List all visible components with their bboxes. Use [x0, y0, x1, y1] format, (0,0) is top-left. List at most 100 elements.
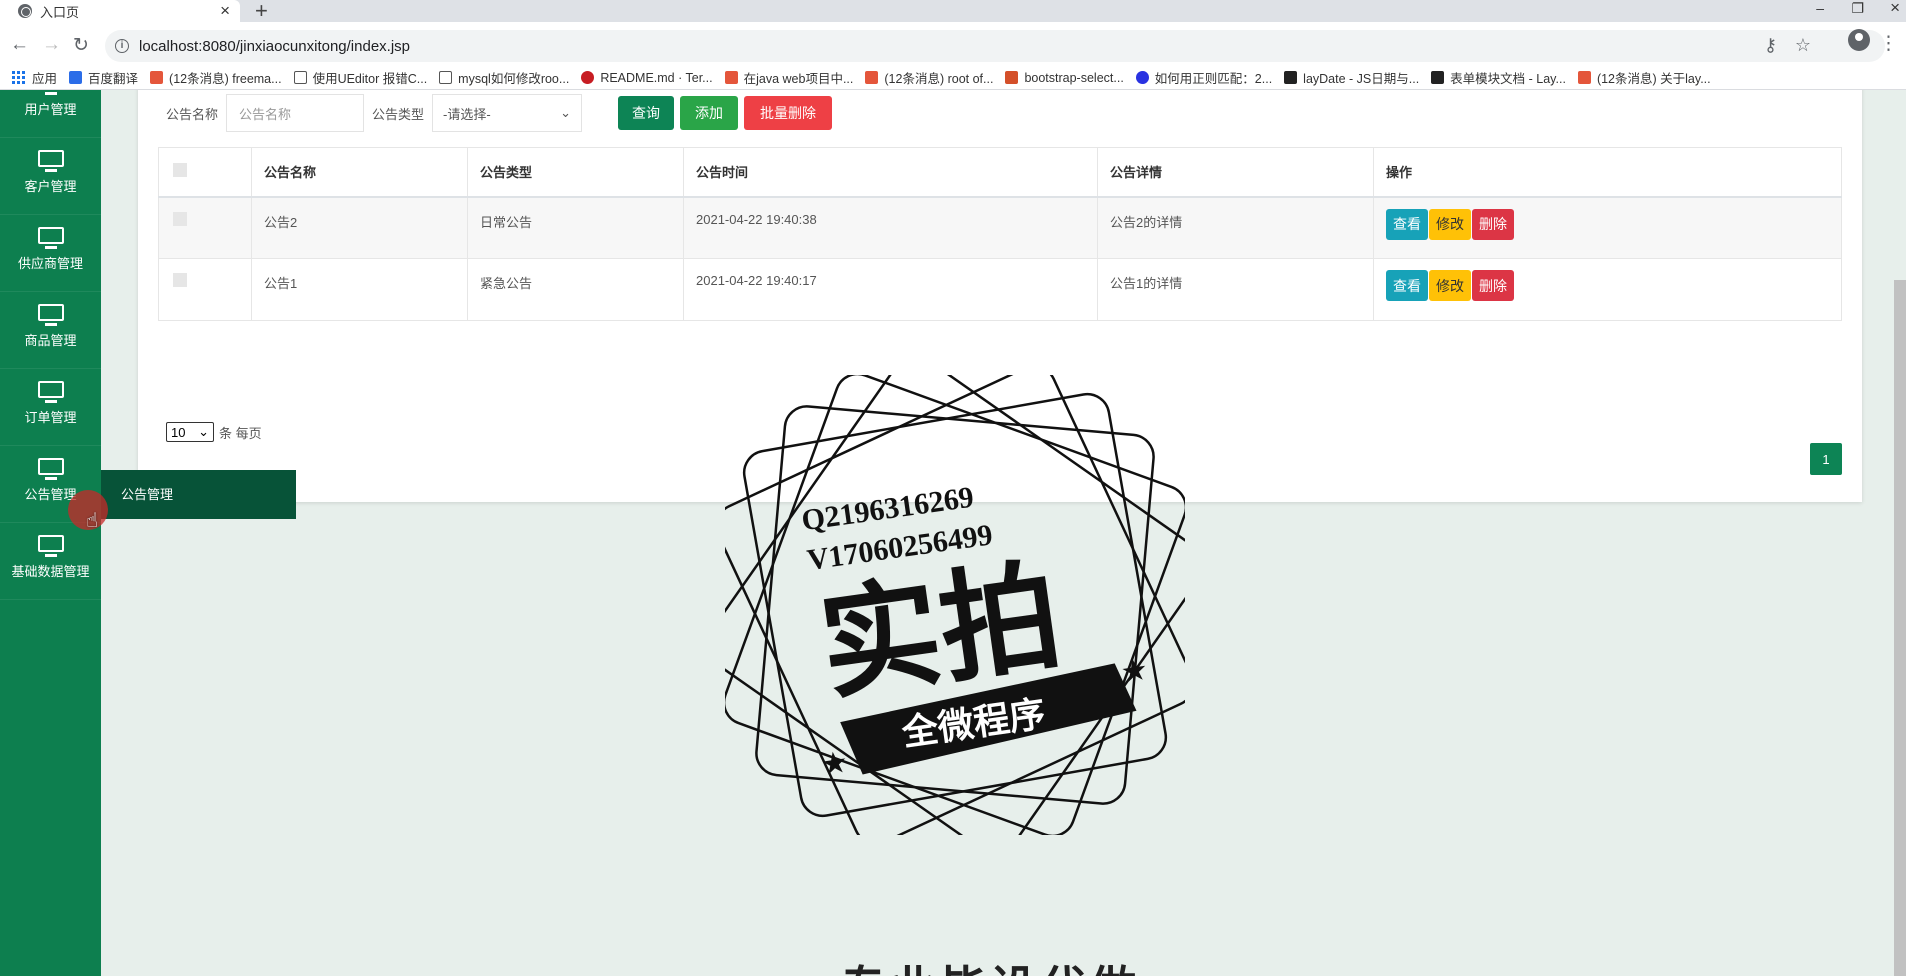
browser-tabstrip: 入口页 × + – ❐ × — [0, 0, 1906, 24]
sidebar-item-users[interactable]: 用户管理 — [0, 90, 101, 138]
name-label: 公告名称 — [166, 106, 219, 122]
sidebar-item-label: 基础数据管理 — [11, 564, 90, 579]
notice-type-cell: 日常公告 — [467, 196, 684, 259]
row-checkbox[interactable] — [173, 211, 187, 226]
apps-icon[interactable] — [12, 71, 25, 84]
column-header: 公告详情 — [1097, 147, 1374, 198]
bookmark-item[interactable]: layDate - JS日期与... — [1284, 68, 1419, 87]
window-close-icon[interactable]: × — [1890, 0, 1900, 18]
info-icon[interactable]: i — [115, 39, 129, 53]
sidebar-item-suppliers[interactable]: 供应商管理 — [0, 215, 101, 292]
watermark-bottom-text: 专业毕设代做 — [840, 952, 1140, 976]
watermark-stamp: Q2196316269 V17060256499 实拍 全微程序 ★ ★ — [725, 375, 1185, 835]
csdn-icon — [150, 71, 164, 84]
sidebar-item-products[interactable]: 商品管理 — [0, 292, 101, 369]
reload-icon[interactable]: ↻ — [73, 34, 89, 57]
sidebar-item-base-data[interactable]: 基础数据管理 — [0, 523, 101, 600]
sidebar-item-customers[interactable]: 客户管理 — [0, 138, 101, 215]
bookmark-item[interactable]: 使用UEditor 报错C... — [293, 68, 428, 87]
bookmark-item[interactable]: 在java web项目中... — [724, 68, 853, 87]
select-all-checkbox[interactable] — [173, 163, 187, 178]
browser-toolbar: ← → ↻ i localhost:8080/jinxiaocunxitong/… — [0, 22, 1906, 70]
page-size-suffix: 条 每页 — [219, 425, 262, 441]
bookmark-item[interactable]: bootstrap-select... — [1005, 70, 1124, 85]
add-button[interactable]: 添加 — [680, 96, 739, 130]
bookmark-label: mysql如何修改roo... — [458, 72, 570, 86]
bookmark-label: 表单模块文档 - Lay... — [1450, 72, 1566, 86]
star-icon: ★ — [819, 746, 850, 782]
bookmark-label: 使用UEditor 报错C... — [312, 72, 428, 86]
bookmark-item[interactable]: (12条消息) root of... — [865, 68, 993, 87]
bookmark-apps[interactable]: 应用 — [32, 68, 57, 87]
site-icon — [439, 71, 453, 84]
view-button[interactable]: 查看 — [1386, 270, 1428, 301]
jianshu-icon — [1005, 71, 1019, 84]
bookmark-label: README.md · Ter... — [600, 70, 713, 85]
row-checkbox[interactable] — [173, 273, 187, 287]
monitor-icon — [37, 304, 64, 326]
notice-name-cell: 公告1 — [251, 258, 468, 321]
notice-detail-cell: 公告2的详情 — [1097, 196, 1374, 259]
bookmark-item[interactable]: (12条消息) freema... — [150, 68, 282, 87]
notice-detail-cell: 公告1的详情 — [1097, 258, 1374, 321]
close-icon[interactable]: × — [220, 1, 230, 21]
sidebar-item-label: 客户管理 — [24, 179, 77, 194]
bookmark-item[interactable]: 表单模块文档 - Lay... — [1431, 68, 1566, 87]
row-select-cell — [158, 258, 252, 321]
sidebar: 用户管理 客户管理 供应商管理 商品管理 订单管理 公告管理 基础数据管理 — [0, 90, 101, 976]
star-icon[interactable]: ☆ — [1795, 35, 1811, 56]
notice-type-cell: 紧急公告 — [467, 258, 684, 321]
table-row: 公告2 日常公告 2021-04-22 19:40:38 公告2的详情 查看 修… — [158, 196, 1842, 259]
page-size-control: 10 ⌄ 条 每页 — [166, 422, 262, 442]
new-tab-icon[interactable]: + — [255, 0, 268, 24]
restore-icon[interactable]: ❐ — [1851, 0, 1864, 17]
minimize-icon[interactable]: – — [1816, 0, 1824, 16]
scrollbar[interactable] — [1894, 280, 1906, 976]
menu-icon[interactable]: ⋮ — [1879, 32, 1898, 55]
globe-icon — [18, 4, 32, 18]
table-header-row: 公告名称 公告类型 公告时间 公告详情 操作 — [158, 147, 1842, 198]
edit-button[interactable]: 修改 — [1429, 270, 1471, 301]
bookmark-label: bootstrap-select... — [1024, 70, 1124, 85]
csdn-icon — [865, 71, 879, 84]
bookmark-label: (12条消息) 关于lay... — [1596, 72, 1711, 86]
bookmark-item[interactable]: 百度翻译 — [69, 68, 138, 87]
csdn-icon — [1577, 71, 1591, 84]
query-button[interactable]: 查询 — [618, 96, 675, 130]
delete-button[interactable]: 删除 — [1472, 208, 1514, 240]
column-header: 公告时间 — [683, 147, 1098, 198]
row-select-cell — [158, 196, 252, 259]
delete-button[interactable]: 删除 — [1472, 270, 1514, 301]
page-number-button[interactable]: 1 — [1810, 443, 1842, 475]
bookmark-item[interactable]: README.md · Ter... — [581, 70, 713, 85]
column-header: 公告类型 — [467, 147, 684, 198]
key-icon[interactable]: ⚷ — [1764, 35, 1777, 56]
profile-avatar-icon[interactable] — [1848, 29, 1870, 51]
tab-title: 入口页 — [40, 4, 80, 20]
batch-delete-button[interactable]: 批量删除 — [744, 96, 833, 130]
page-size-select[interactable]: 10 ⌄ — [166, 422, 214, 442]
forward-icon[interactable]: → — [42, 34, 61, 56]
sidebar-flyout-notices[interactable]: 公告管理 — [101, 470, 296, 519]
url-text: localhost:8080/jinxiaocunxitong/index.js… — [139, 37, 411, 55]
notice-name-input[interactable]: 公告名称 — [226, 94, 365, 132]
bookmark-item[interactable]: 如何用正则匹配：2... — [1135, 68, 1272, 87]
bookmark-label: 百度翻译 — [88, 72, 139, 86]
search-bar: 公告名称 公告名称 公告类型 -请选择- ⌄ 查询 添加 批量删除 — [166, 94, 838, 132]
notice-time-cell: 2021-04-22 19:40:38 — [683, 196, 1098, 259]
sidebar-item-label: 用户管理 — [24, 102, 77, 117]
back-icon[interactable]: ← — [10, 34, 29, 56]
edit-button[interactable]: 修改 — [1429, 208, 1471, 240]
bookmark-item[interactable]: mysql如何修改roo... — [439, 68, 569, 87]
site-icon — [293, 71, 307, 84]
type-label: 公告类型 — [372, 106, 425, 122]
baidu-icon — [1135, 71, 1149, 84]
sidebar-item-orders[interactable]: 订单管理 — [0, 369, 101, 446]
view-button[interactable]: 查看 — [1386, 208, 1428, 240]
bookmark-item[interactable]: (12条消息) 关于lay... — [1577, 68, 1711, 87]
monitor-icon — [37, 535, 64, 557]
notice-type-select[interactable]: -请选择- ⌄ — [432, 94, 583, 132]
address-bar[interactable]: i localhost:8080/jinxiaocunxitong/index.… — [105, 30, 1885, 62]
column-header: 公告名称 — [251, 147, 468, 198]
browser-tab[interactable]: 入口页 × — [0, 0, 240, 22]
